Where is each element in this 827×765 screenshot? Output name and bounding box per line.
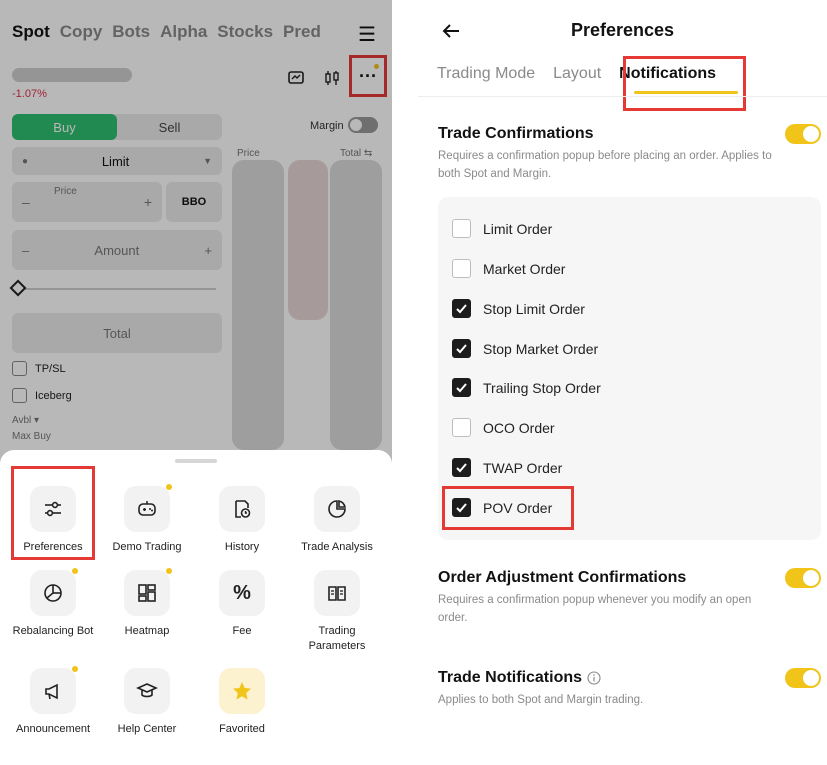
gamepad-icon	[124, 484, 172, 532]
checkmark-icon[interactable]	[452, 458, 471, 477]
analysis-icon	[314, 486, 360, 532]
menu-favorited[interactable]: Favorited	[194, 668, 290, 737]
star-icon	[219, 668, 265, 714]
menu-label: Announcement	[16, 723, 90, 735]
menu-label: Heatmap	[124, 625, 170, 637]
checkbox-icon[interactable]	[452, 259, 471, 278]
history-icon	[219, 486, 265, 532]
page-title: Preferences	[570, 20, 675, 40]
trade-confirmations-toggle[interactable]	[785, 124, 821, 144]
menu-label: History	[224, 541, 260, 553]
menu-help-center[interactable]: Help Center	[99, 668, 195, 737]
order-adjustment-desc: Requires a confirmation popup whenever y…	[438, 594, 752, 624]
option-twap-order[interactable]: TWAP Order	[452, 458, 562, 477]
notification-dot	[72, 666, 78, 672]
tab-layout[interactable]: Layout	[553, 65, 601, 83]
option-label: OCO Order	[483, 419, 555, 436]
drag-handle[interactable]	[175, 459, 217, 463]
option-limit-order[interactable]: Limit Order	[452, 219, 552, 238]
menu-demo-trading[interactable]: Demo Trading	[99, 484, 195, 555]
divider	[418, 96, 827, 97]
menu-label: Favorited	[219, 723, 265, 735]
trade-notifications-desc: Applies to both Spot and Margin trading.	[438, 694, 644, 706]
trade-notifications-title: Trade Notifications	[438, 669, 583, 686]
option-label: TWAP Order	[483, 459, 563, 476]
menu-label: Rebalancing Bot	[12, 625, 94, 637]
highlight-box	[442, 486, 574, 530]
checkmark-icon[interactable]	[452, 339, 471, 358]
menu-history[interactable]: History	[194, 486, 290, 555]
rebalance-icon	[30, 568, 78, 616]
preferences-screen: Preferences Trading Mode Layout Notifica…	[418, 0, 827, 765]
menu-announcement[interactable]: Announcement	[5, 666, 101, 737]
menu-label: Trading Parameters	[308, 625, 366, 652]
info-icon[interactable]	[587, 671, 601, 685]
checkbox-icon[interactable]	[452, 219, 471, 238]
menu-label: Demo Trading	[112, 541, 182, 553]
percent-icon: %	[219, 570, 265, 616]
menu-label: Fee	[232, 625, 252, 637]
order-adjustment-title: Order Adjustment Confirmations	[438, 569, 687, 586]
megaphone-icon	[30, 666, 78, 714]
order-adjustment-toggle[interactable]	[785, 568, 821, 588]
menu-fee[interactable]: % Fee	[194, 570, 290, 639]
book-icon	[314, 570, 360, 616]
menu-trade-analysis[interactable]: Trade Analysis	[289, 486, 385, 555]
trade-confirmations-desc: Requires a confirmation popup before pla…	[438, 150, 772, 180]
menu-heatmap[interactable]: Heatmap	[99, 568, 195, 639]
menu-label: Trade Analysis	[301, 541, 373, 553]
option-label: Limit Order	[483, 220, 553, 237]
option-stop-market-order[interactable]: Stop Market Order	[452, 339, 598, 358]
option-label: Stop Market Order	[483, 340, 599, 357]
checkmark-icon[interactable]	[452, 378, 471, 397]
trade-notifications-heading: Trade Notifications	[438, 669, 601, 687]
heatmap-icon	[124, 568, 172, 616]
highlight-box	[11, 466, 95, 560]
graduation-icon	[124, 668, 170, 714]
highlight-box	[623, 56, 746, 111]
notification-dot	[166, 484, 172, 490]
menu-trading-parameters[interactable]: Trading Parameters	[289, 570, 385, 654]
tab-trading-mode[interactable]: Trading Mode	[437, 65, 535, 83]
option-trailing-stop-order[interactable]: Trailing Stop Order	[452, 378, 601, 397]
option-stop-limit-order[interactable]: Stop Limit Order	[452, 299, 585, 318]
option-market-order[interactable]: Market Order	[452, 259, 565, 278]
option-label: Stop Limit Order	[483, 300, 585, 317]
checkbox-icon[interactable]	[452, 418, 471, 437]
checkmark-icon[interactable]	[452, 299, 471, 318]
option-label: Trailing Stop Order	[483, 379, 601, 396]
option-label: Market Order	[483, 260, 566, 277]
menu-label: Help Center	[117, 723, 177, 735]
notification-dot	[72, 568, 78, 574]
trade-confirmations-title: Trade Confirmations	[438, 125, 594, 142]
trade-notifications-toggle[interactable]	[785, 668, 821, 688]
notification-dot	[166, 568, 172, 574]
option-oco-order[interactable]: OCO Order	[452, 418, 555, 437]
menu-rebalancing-bot[interactable]: Rebalancing Bot	[5, 568, 101, 639]
